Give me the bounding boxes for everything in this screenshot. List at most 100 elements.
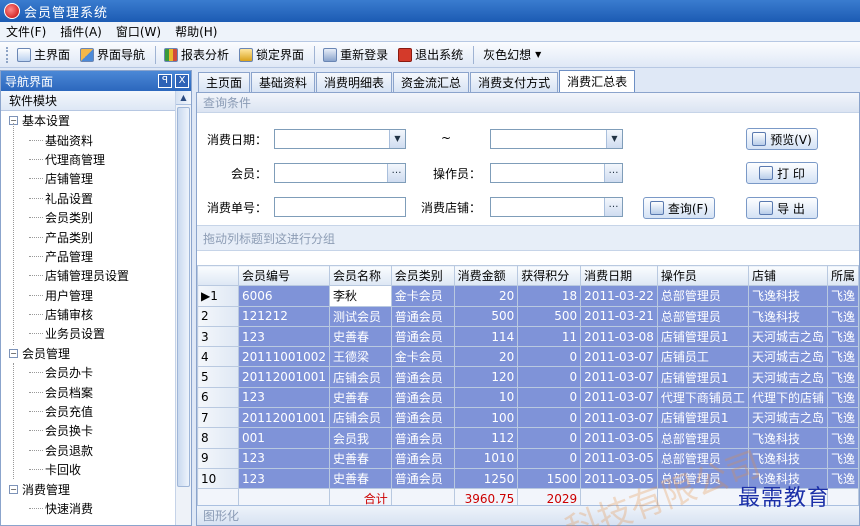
table-cell[interactable]: 史善春 — [329, 447, 392, 469]
table-cell[interactable]: 普通会员 — [390, 325, 455, 348]
table-cell[interactable]: 飞逸 — [826, 305, 859, 327]
table-cell[interactable]: 史善春 — [329, 467, 392, 490]
table-cell[interactable]: 店铺员工 — [656, 346, 749, 368]
relogin-button[interactable]: 重新登录 — [319, 44, 392, 66]
table-row[interactable]: 6 123 史善春 普通会员 10 0 2011-03-07 代理下商铺员工 代理下的店铺 飞逸 — [197, 386, 859, 409]
table-cell[interactable]: 123 — [238, 325, 331, 348]
table-cell[interactable]: 112 — [453, 427, 519, 449]
table-cell[interactable]: 123 — [238, 447, 331, 469]
tree-item-store-admin-settings[interactable]: 店铺管理员设置 — [9, 266, 191, 285]
tree-item-card-recycle[interactable]: 卡回收 — [9, 460, 191, 479]
table-cell[interactable]: 1500 — [517, 467, 582, 490]
print-button[interactable]: 打 印 — [746, 162, 818, 184]
table-cell[interactable]: 飞逸科技 — [747, 427, 828, 449]
tree-group-member-management[interactable]: − 会员管理 — [9, 344, 191, 363]
table-cell[interactable]: 0 — [517, 366, 582, 388]
table-cell[interactable]: 2011-03-05 — [580, 427, 658, 449]
tree-item-member-card-change[interactable]: 会员换卡 — [9, 421, 191, 440]
table-cell[interactable]: 飞逸 — [826, 407, 859, 429]
column-header-operator[interactable]: 操作员 — [656, 264, 749, 287]
table-cell[interactable]: 6006 — [238, 285, 331, 307]
table-cell[interactable]: 2011-03-08 — [580, 325, 658, 348]
table-cell[interactable]: 114 — [453, 325, 519, 348]
table-cell[interactable]: 飞逸科技 — [747, 285, 828, 307]
tree-item-salesperson-settings[interactable]: 业务员设置 — [9, 324, 191, 343]
table-cell[interactable]: 10 — [197, 467, 240, 490]
table-cell[interactable]: 2 — [197, 305, 240, 327]
table-cell[interactable]: 飞逸 — [826, 366, 859, 388]
column-header-rownum[interactable] — [197, 264, 240, 287]
table-row[interactable]: 4 20111001002 王德梁 金卡会员 20 0 2011-03-07 店铺员工 天河城吉… — [197, 346, 859, 368]
table-cell[interactable]: 飞逸 — [826, 427, 859, 449]
table-cell[interactable]: 飞逸 — [826, 447, 859, 469]
table-cell[interactable]: 代理下商铺员工 — [656, 386, 749, 409]
table-cell[interactable]: 20 — [453, 346, 519, 368]
operator-input[interactable]: … — [490, 163, 623, 183]
close-icon[interactable]: X — [175, 74, 189, 88]
table-cell[interactable]: 4 — [197, 346, 240, 368]
table-cell[interactable]: 9 — [197, 447, 240, 469]
column-header-owner[interactable]: 所属 — [826, 264, 859, 287]
table-cell[interactable]: 天河城吉之岛 — [747, 407, 828, 429]
table-cell[interactable]: 20112001001 — [238, 407, 331, 429]
table-cell[interactable]: 天河城吉之岛 — [747, 325, 828, 348]
table-row[interactable]: 5 20112001001 店铺会员 普通会员 120 0 2011-03-07 店铺管理员1… — [197, 366, 859, 388]
report-button[interactable]: 报表分析 — [160, 44, 233, 66]
table-cell[interactable]: 店铺管理员1 — [656, 366, 749, 388]
table-cell[interactable]: 普通会员 — [390, 467, 455, 490]
menu-help[interactable]: 帮助(H) — [175, 23, 217, 40]
column-header-member-name[interactable]: 会员名称 — [329, 264, 392, 287]
table-cell[interactable]: 001 — [238, 427, 331, 449]
tab-basic-data[interactable]: 基础资料 — [251, 72, 316, 92]
lock-button[interactable]: 锁定界面 — [235, 44, 308, 66]
table-cell[interactable]: 店铺管理员1 — [656, 407, 749, 429]
home-button[interactable]: 主界面 — [13, 44, 74, 66]
table-cell[interactable]: 0 — [517, 386, 582, 409]
table-cell[interactable]: 天河城吉之岛 — [747, 366, 828, 388]
table-cell[interactable]: 普通会员 — [390, 386, 455, 409]
table-cell[interactable]: 7 — [197, 407, 240, 429]
order-no-input[interactable] — [274, 197, 406, 217]
table-cell[interactable]: 1010 — [453, 447, 519, 469]
table-cell[interactable]: 0 — [517, 427, 582, 449]
table-cell[interactable]: 金卡会员 — [390, 346, 455, 368]
scrollbar-thumb[interactable] — [177, 107, 190, 487]
column-header-date[interactable]: 消费日期 — [580, 264, 658, 287]
nav-button[interactable]: 界面导航 — [76, 44, 149, 66]
collapse-icon[interactable]: − — [9, 348, 18, 358]
tab-consumption-summary[interactable]: 消费汇总表 — [559, 70, 636, 92]
table-cell[interactable]: 500 — [517, 305, 582, 327]
table-cell[interactable]: 测试会员 — [329, 305, 392, 327]
toolbar-grip[interactable] — [6, 46, 9, 63]
tree-item-member-category[interactable]: 会员类别 — [9, 208, 191, 227]
tree-item-member-records[interactable]: 会员档案 — [9, 382, 191, 401]
tree-item-member-card-issue[interactable]: 会员办卡 — [9, 363, 191, 382]
table-row[interactable]: ▶1 6006 李秋 金卡会员 20 18 2011-03-22 总部管理员 飞逸科技 飞逸 — [197, 285, 859, 307]
tree-item-quick-consumption[interactable]: 快速消费 — [9, 499, 191, 518]
pin-icon[interactable]: ꟼ — [158, 74, 172, 88]
table-row[interactable]: 8 001 会员我 普通会员 112 0 2011-03-05 总部管理员 飞逸科技 飞逸 — [197, 427, 859, 449]
table-cell[interactable]: 120 — [453, 366, 519, 388]
table-cell[interactable]: 李秋 — [329, 285, 392, 307]
tree-item-user-management[interactable]: 用户管理 — [9, 286, 191, 305]
table-cell[interactable]: 普通会员 — [390, 447, 455, 469]
table-cell[interactable]: 代理下的店铺 — [747, 386, 828, 409]
table-cell[interactable]: 20111001002 — [238, 346, 331, 368]
table-cell[interactable]: 飞逸科技 — [747, 305, 828, 327]
tree-item-member-recharge[interactable]: 会员充值 — [9, 402, 191, 421]
table-cell[interactable]: 店铺会员 — [329, 407, 392, 429]
table-cell[interactable]: 飞逸 — [826, 325, 859, 348]
table-cell[interactable]: 11 — [517, 325, 582, 348]
tab-fund-flow-summary[interactable]: 资金流汇总 — [393, 72, 470, 92]
tree-item-store-management[interactable]: 店铺管理 — [9, 169, 191, 188]
store-input[interactable]: … — [490, 197, 623, 217]
table-cell[interactable]: 金卡会员 — [390, 285, 455, 307]
table-cell[interactable]: 2011-03-05 — [580, 447, 658, 469]
dropdown-arrow-icon[interactable]: ▼ — [606, 130, 622, 148]
table-cell[interactable]: 2011-03-22 — [580, 285, 658, 307]
table-cell[interactable]: 121212 — [238, 305, 331, 327]
group-by-panel[interactable]: 拖动列标题到这进行分组 — [197, 225, 859, 251]
table-cell[interactable]: ▶1 — [197, 285, 240, 307]
ellipsis-icon[interactable]: … — [604, 164, 622, 182]
table-cell[interactable]: 2011-03-07 — [580, 346, 658, 368]
